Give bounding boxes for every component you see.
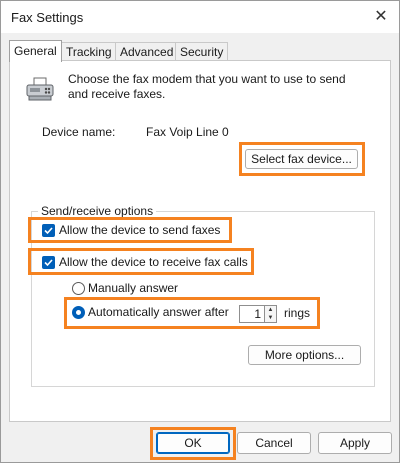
window-title: Fax Settings — [11, 10, 84, 25]
fax-settings-window: Fax Settings ✕ General Tracking Advanced… — [0, 0, 400, 463]
intro-text: Choose the fax modem that you want to us… — [68, 72, 346, 101]
device-name-label: Device name: — [42, 125, 116, 139]
send-receive-group-title: Send/receive options — [38, 204, 157, 218]
fax-machine-icon — [25, 77, 57, 106]
apply-button[interactable]: Apply — [318, 432, 392, 454]
highlight-ok — [150, 427, 236, 460]
general-tab-panel: Choose the fax modem that you want to us… — [9, 60, 391, 422]
tab-security[interactable]: Security — [175, 42, 229, 61]
tab-tracking[interactable]: Tracking — [61, 42, 117, 61]
tab-general[interactable]: General — [9, 40, 62, 62]
more-options-button[interactable]: More options... — [248, 345, 361, 365]
highlight-allow-send — [28, 217, 232, 243]
highlight-auto-answer — [64, 297, 320, 329]
device-name-value: Fax Voip Line 0 — [146, 125, 229, 139]
highlight-select-device — [239, 142, 365, 176]
cancel-button[interactable]: Cancel — [237, 432, 311, 454]
highlight-allow-receive — [28, 248, 254, 275]
manually-answer-radio[interactable] — [72, 282, 85, 295]
title-bar: Fax Settings ✕ — [1, 1, 399, 33]
close-icon[interactable]: ✕ — [369, 5, 393, 29]
manually-answer-label[interactable]: Manually answer — [88, 281, 178, 295]
tab-advanced[interactable]: Advanced — [115, 42, 179, 61]
